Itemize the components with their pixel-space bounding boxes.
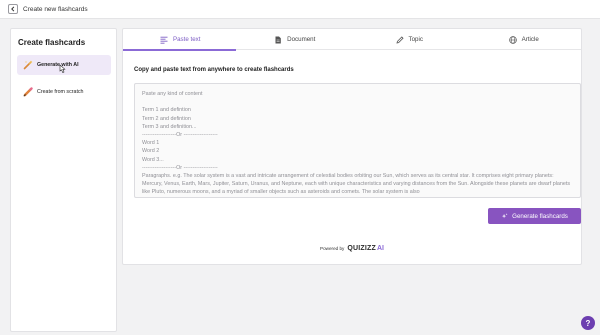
generate-flashcards-label: Generate flashcards [512,212,568,220]
sidebar-item-create-from-scratch[interactable]: Create from scratch [17,82,111,102]
chevron-left-icon [11,6,15,12]
tab-bar: Paste text Document Topic Article [123,29,582,51]
tab-document[interactable]: Document [238,29,353,50]
pencil-icon [23,87,33,97]
brand-logo: QUIZIZZ [347,245,376,252]
text-lines-icon [160,36,168,44]
pen-icon [395,35,404,44]
back-button[interactable] [8,4,18,14]
mouse-cursor-icon [59,64,66,74]
sidebar-title: Create flashcards [18,38,86,47]
textarea-placeholder: Paste any kind of content Term 1 and def… [142,91,571,196]
sidebar-item-label: Create from scratch [37,89,84,95]
sparkle-wand-icon [23,60,33,70]
generate-flashcards-button[interactable]: Generate flashcards [488,208,581,224]
tab-label: Paste text [172,36,201,43]
tab-article[interactable]: Article [467,29,582,50]
sidebar: Create flashcards Generate with AI Creat… [10,28,117,332]
paste-text-area[interactable]: Paste any kind of content Term 1 and def… [134,83,581,198]
tab-paste-text[interactable]: Paste text [123,29,238,51]
help-label: ? [585,318,591,328]
powered-by-text: Powered by [320,246,345,251]
tab-label: Article [521,36,539,43]
tab-topic[interactable]: Topic [352,29,467,50]
help-button[interactable]: ? [581,316,595,330]
tab-label: Topic [408,36,423,43]
sparkle-icon [502,212,508,218]
page-title: Create new flashcards [23,5,88,13]
brand-logo-ai: AI [376,245,384,252]
document-icon [274,36,282,44]
tab-label: Document [287,36,316,43]
instruction-text: Copy and paste text from anywhere to cre… [134,67,294,73]
globe-icon [508,35,517,44]
powered-by: Powered by QUIZIZZ AI [123,245,581,252]
main-panel: Paste text Document Topic Article Copy a… [122,28,582,265]
top-bar: Create new flashcards [0,0,600,19]
